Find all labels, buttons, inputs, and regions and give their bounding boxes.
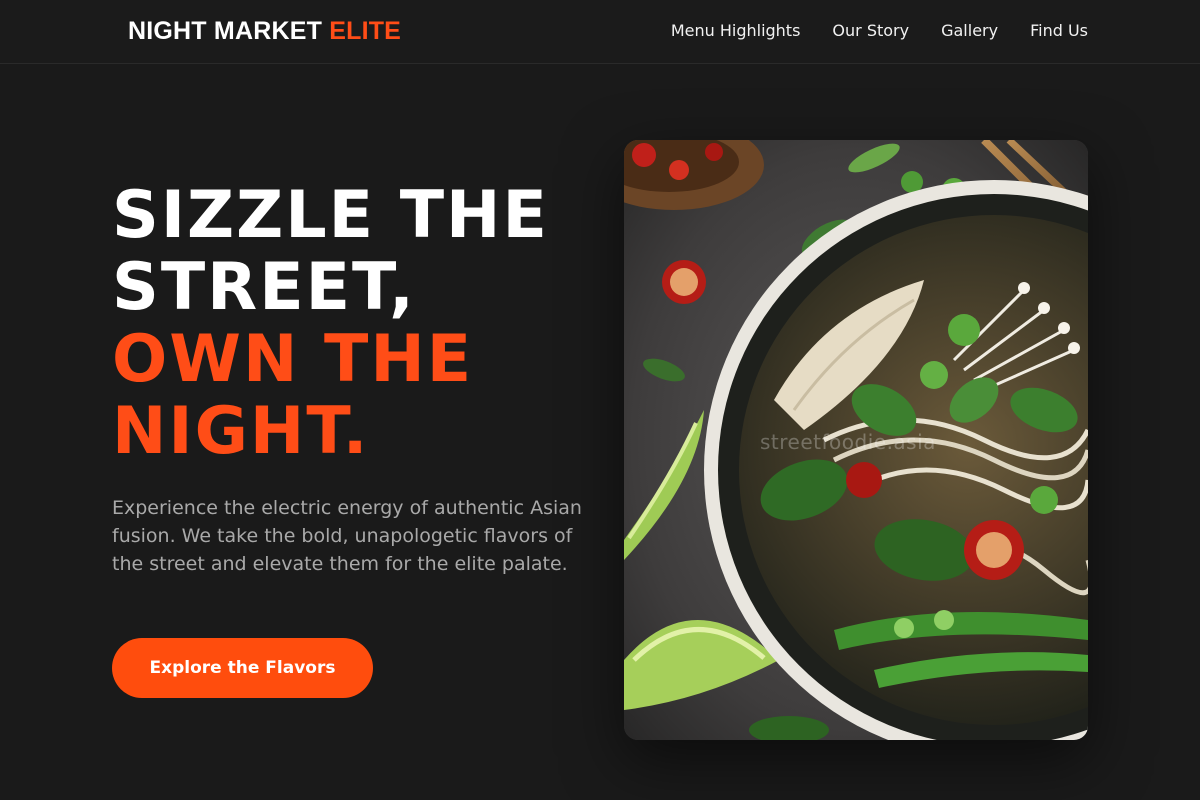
nav-link-our-story[interactable]: Our Story bbox=[832, 20, 909, 42]
headline-line-2: STREET, bbox=[112, 250, 416, 325]
hero-food-image: streetfoodie.asia bbox=[624, 140, 1088, 740]
hero-description: Experience the electric energy of authen… bbox=[112, 497, 582, 575]
brand-logo[interactable]: NIGHT MARKET ELITE bbox=[128, 16, 401, 46]
site-header: NIGHT MARKET ELITE Menu Highlights Our S… bbox=[0, 0, 1200, 64]
nav-link-menu-highlights[interactable]: Menu Highlights bbox=[671, 20, 801, 42]
image-watermark: streetfoodie.asia bbox=[760, 430, 936, 454]
nav-link-gallery[interactable]: Gallery bbox=[941, 20, 998, 42]
headline-line-3: OWN THE bbox=[112, 322, 474, 397]
headline-line-4: NIGHT. bbox=[112, 394, 370, 469]
headline-line-1: SIZZLE THE bbox=[112, 178, 549, 253]
hero-section: SIZZLE THE STREET, OWN THE NIGHT. bbox=[112, 180, 592, 468]
brand-accent: ELITE bbox=[329, 17, 402, 45]
explore-flavors-button[interactable]: Explore the Flavors bbox=[112, 638, 373, 698]
main-nav: Menu Highlights Our Story Gallery Find U… bbox=[671, 20, 1088, 42]
hero-headline: SIZZLE THE STREET, OWN THE NIGHT. bbox=[112, 180, 592, 468]
brand-name: NIGHT MARKET bbox=[128, 17, 323, 45]
nav-link-find-us[interactable]: Find Us bbox=[1030, 20, 1088, 42]
